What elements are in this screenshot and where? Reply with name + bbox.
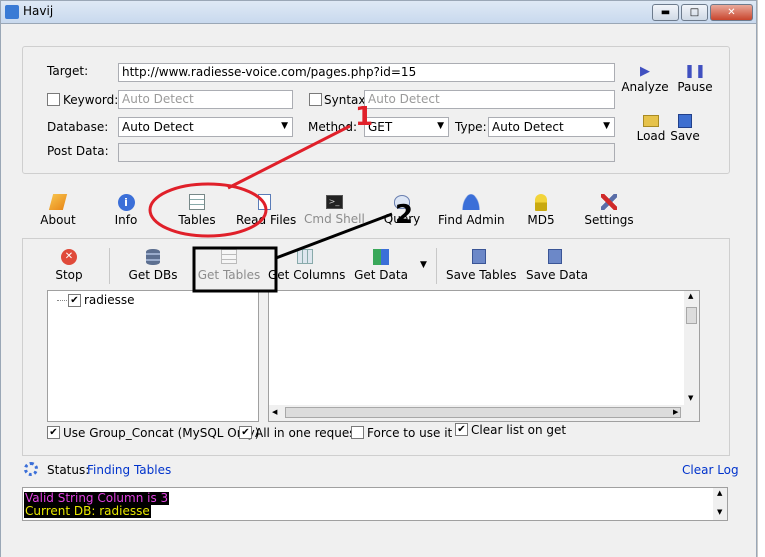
- annotation-number-2: 2: [395, 200, 414, 230]
- annotation-number-1: 1: [355, 102, 374, 132]
- annotation-overlay: [148, 124, 393, 293]
- annotation-circle: [148, 182, 268, 238]
- annotation-arrow-line: [227, 124, 351, 190]
- annotation-box: [192, 246, 278, 293]
- annotation-arrow-line: [275, 212, 393, 260]
